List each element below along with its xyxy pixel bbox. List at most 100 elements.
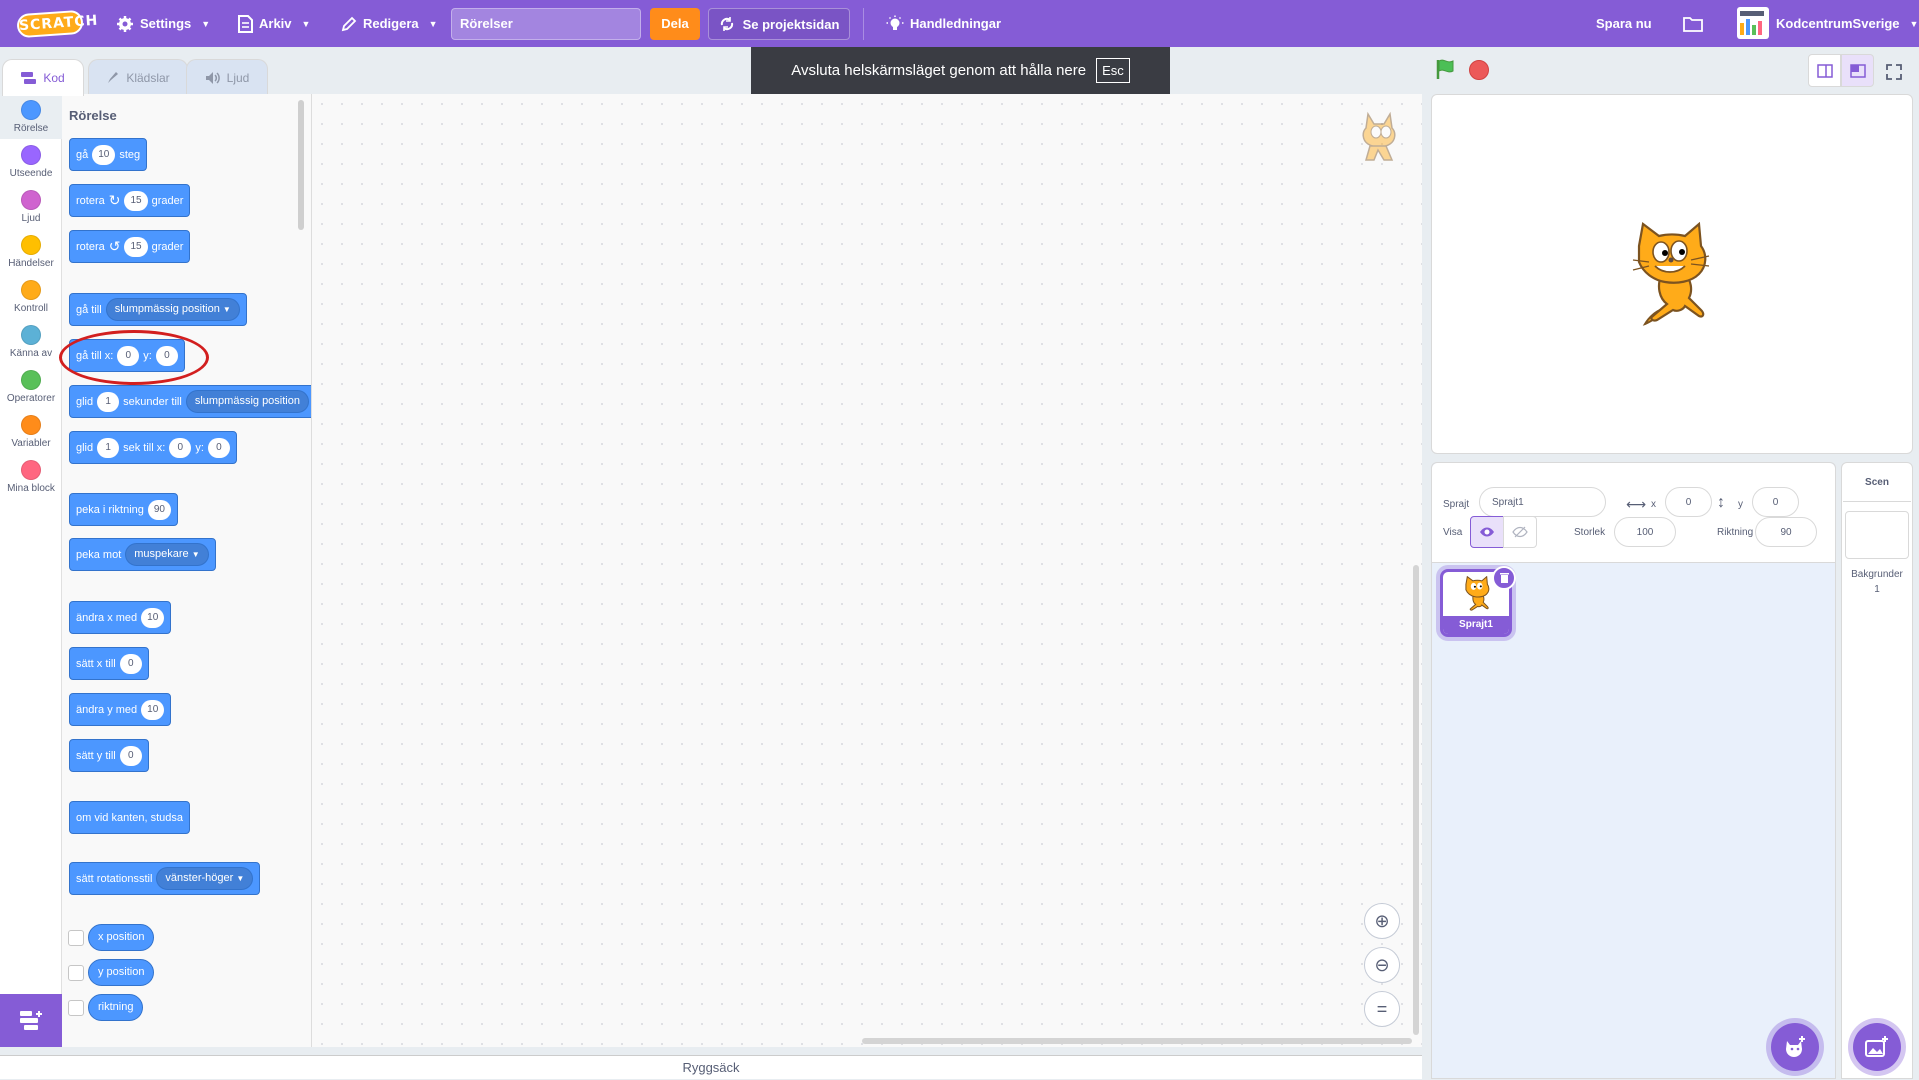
script-workspace[interactable] [312, 94, 1422, 1047]
tab-sounds[interactable]: Ljud [186, 59, 268, 95]
show-sprite-button[interactable] [1470, 516, 1504, 548]
number-input[interactable]: 90 [147, 499, 171, 520]
y-position-input[interactable]: 0 [1752, 487, 1799, 517]
palette-scrollbar[interactable] [298, 100, 304, 230]
category-motion[interactable]: Rörelse [0, 94, 62, 139]
block-set-rotation-style[interactable]: sätt rotationsstil vänster-höger ▼ [69, 862, 261, 895]
stage-selector[interactable]: Scen Bakgrunder 1 [1841, 462, 1913, 1079]
number-input[interactable]: 10 [141, 607, 165, 628]
target-dropdown[interactable]: slumpmässig position ▼ [105, 298, 240, 321]
direction-input[interactable]: 90 [1755, 517, 1817, 547]
category-my-blocks[interactable]: Mina block [0, 454, 62, 499]
tab-costumes[interactable]: Klädslar [88, 59, 188, 95]
tab-code-label: Kod [43, 71, 65, 85]
category-control[interactable]: Kontroll [0, 274, 62, 319]
project-title-input[interactable]: Rörelser [451, 8, 641, 40]
block-glide-to-xy[interactable]: glid 1 sek till x: 0 y: 0 [69, 431, 237, 464]
number-input[interactable]: 15 [124, 236, 148, 257]
number-input[interactable]: 1 [97, 437, 120, 458]
reporter-y-position[interactable]: y position [88, 959, 155, 986]
backdrops-count: 1 [1874, 584, 1880, 595]
category-menu: Rörelse Utseende Ljud Händelser Kontroll… [0, 94, 62, 1047]
size-input[interactable]: 100 [1614, 517, 1676, 547]
number-input[interactable]: 15 [124, 190, 148, 211]
monitor-checkbox-x[interactable] [68, 930, 84, 946]
stage-canvas[interactable] [1431, 94, 1913, 454]
block-go-to-target[interactable]: gå till slumpmässig position ▼ [69, 293, 247, 326]
monitor-checkbox-direction[interactable] [68, 1000, 84, 1016]
sprite-name-input[interactable]: Sprajt1 [1479, 487, 1606, 517]
edit-menu[interactable]: Redigera ▼ [341, 0, 438, 47]
see-project-page-button[interactable]: Se projektsidan [708, 8, 850, 40]
category-looks[interactable]: Utseende [0, 139, 62, 184]
category-operators[interactable]: Operatorer [0, 364, 62, 409]
add-backdrop-icon [1865, 1036, 1888, 1057]
number-input[interactable]: 0 [119, 653, 142, 674]
number-input[interactable]: 10 [141, 699, 165, 720]
block-change-y[interactable]: ändra y med 10 [69, 693, 172, 726]
category-sound[interactable]: Ljud [0, 184, 62, 229]
add-extension-button[interactable] [0, 994, 62, 1047]
y-input[interactable]: 0 [207, 437, 230, 458]
target-dropdown[interactable]: muspekare ▼ [125, 543, 209, 566]
category-dot [21, 280, 41, 300]
settings-menu[interactable]: Settings ▼ [116, 0, 210, 47]
monitor-checkbox-y[interactable] [68, 965, 84, 981]
normal-stage-button[interactable] [1841, 54, 1874, 87]
category-sensing[interactable]: Känna av [0, 319, 62, 364]
y-label: y [1738, 499, 1743, 510]
block-change-x[interactable]: ändra x med 10 [69, 601, 172, 634]
x-position-input[interactable]: 0 [1665, 487, 1712, 517]
category-dot [21, 415, 41, 435]
workspace-vertical-scrollbar[interactable] [1413, 565, 1419, 1035]
tutorials-button[interactable]: Handledningar [886, 0, 1001, 47]
cat-sprite[interactable] [1621, 222, 1721, 326]
choose-backdrop-button[interactable] [1853, 1023, 1901, 1071]
block-turn-right[interactable]: rotera ↻ 15 grader [69, 184, 191, 217]
green-flag-icon[interactable] [1434, 58, 1456, 80]
rotation-style-dropdown[interactable]: vänster-höger ▼ [156, 867, 254, 890]
account-menu[interactable]: KodcentrumSverige ▼ [1776, 0, 1918, 47]
category-events[interactable]: Händelser [0, 229, 62, 274]
direction-label: Riktning [1717, 527, 1754, 538]
my-stuff-button[interactable] [1683, 0, 1703, 47]
arrows-swap-icon [720, 17, 733, 31]
backdrop-thumbnail[interactable] [1845, 511, 1909, 559]
backpack-header[interactable]: Ryggsäck [0, 1055, 1422, 1079]
small-stage-button[interactable] [1808, 54, 1841, 87]
block-move-steps[interactable]: gå 10 steg [69, 138, 148, 171]
block-point-towards[interactable]: peka mot muspekare ▼ [69, 538, 216, 571]
number-input[interactable]: 10 [92, 144, 116, 165]
share-button[interactable]: Dela [650, 8, 700, 40]
category-label: Utseende [9, 168, 53, 179]
block-point-direction[interactable]: peka i riktning 90 [69, 493, 178, 526]
block-bounce-on-edge[interactable]: om vid kanten, studsa [69, 801, 191, 834]
block-set-x[interactable]: sätt x till 0 [69, 647, 149, 680]
block-text: sätt y till [76, 749, 116, 762]
workspace-horizontal-scrollbar[interactable] [862, 1038, 1412, 1044]
number-input[interactable]: 0 [119, 745, 142, 766]
block-glide-to-target[interactable]: glid 1 sekunder till slumpmässig position [69, 385, 311, 418]
zoom-out-button[interactable]: ⊖ [1364, 947, 1400, 983]
target-dropdown[interactable]: slumpmässig position [185, 390, 309, 413]
zoom-in-button[interactable]: ⊕ [1364, 903, 1400, 939]
save-now-button[interactable]: Spara nu [1596, 0, 1652, 47]
stop-button[interactable] [1469, 60, 1489, 80]
block-set-y[interactable]: sätt y till 0 [69, 739, 149, 772]
category-label: Variabler [11, 438, 51, 449]
avatar[interactable] [1737, 7, 1769, 39]
fullscreen-button[interactable] [1882, 60, 1906, 84]
block-turn-left[interactable]: rotera ↺ 15 grader [69, 230, 191, 263]
choose-sprite-button[interactable] [1771, 1023, 1819, 1071]
scratch-logo[interactable]: SCRATCH [16, 9, 99, 39]
file-menu[interactable]: Arkiv ▼ [237, 0, 310, 47]
number-input[interactable]: 1 [97, 391, 120, 412]
x-input[interactable]: 0 [169, 437, 192, 458]
reporter-direction[interactable]: riktning [88, 994, 144, 1021]
zoom-reset-button[interactable]: = [1364, 991, 1400, 1027]
hide-sprite-button[interactable] [1503, 516, 1537, 548]
reporter-x-position[interactable]: x position [88, 924, 155, 951]
tab-code[interactable]: Kod [2, 59, 84, 96]
delete-sprite-button[interactable] [1492, 566, 1516, 590]
category-variables[interactable]: Variabler [0, 409, 62, 454]
